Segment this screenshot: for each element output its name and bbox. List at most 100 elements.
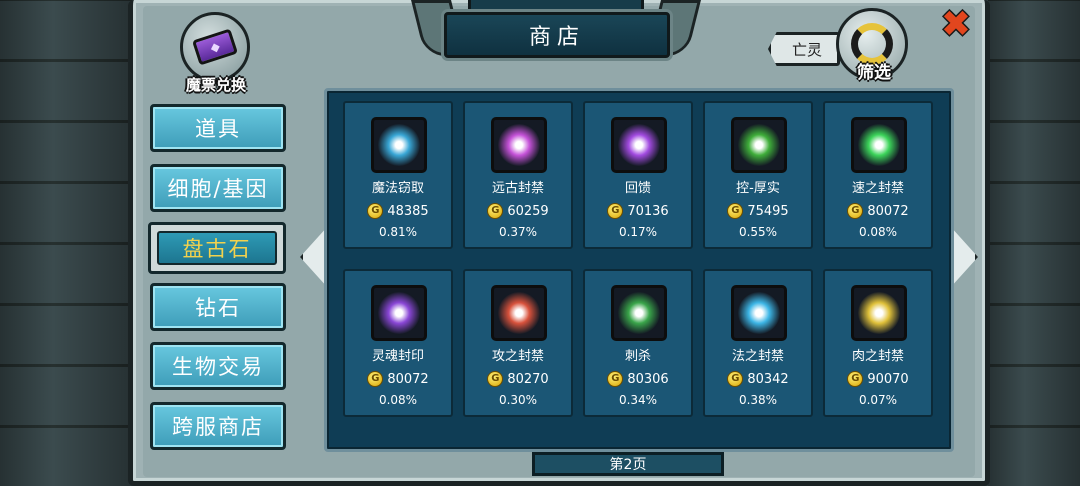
item-glow-icon (618, 292, 660, 334)
close-icon[interactable]: ✖ (940, 7, 972, 43)
item-price-value: 80072 (387, 371, 429, 387)
item-glow-icon (738, 124, 780, 166)
coupon-exchange-label: 魔票兑换 (185, 76, 246, 94)
item-icon (491, 285, 547, 341)
item-name: 回馈 (624, 181, 651, 196)
category-tab-label: 生物交易 (172, 355, 264, 379)
item-price: G 75495 (705, 203, 811, 219)
filter-label: 筛选 (857, 63, 891, 83)
item-name: 法之封禁 (731, 349, 784, 364)
item-icon (731, 285, 787, 341)
category-tab-5[interactable]: 跨服商店 (150, 402, 286, 450)
item-price: G 80342 (705, 371, 811, 387)
coupon-exchange-circle: ◆ (180, 12, 250, 82)
item-glow-icon (858, 292, 900, 334)
shop-item-card[interactable]: 远古封禁 G 60259 0.37% (463, 101, 573, 249)
category-tab-label: 跨服商店 (172, 415, 264, 439)
item-name: 刺杀 (624, 349, 651, 364)
item-price-value: 80342 (747, 371, 789, 387)
coupon-exchange-button[interactable]: ◆ 魔票兑换 (176, 12, 256, 94)
item-glow-icon (618, 124, 660, 166)
item-price-value: 80270 (507, 371, 549, 387)
shop-item-card[interactable]: 速之封禁 G 80072 0.08% (823, 101, 933, 249)
page-indicator: 第2页 (532, 452, 724, 476)
item-name: 远古封禁 (491, 181, 544, 196)
item-drop-rate: 0.07% (858, 393, 898, 407)
category-tab-2[interactable]: 盘古石 (148, 222, 286, 274)
item-price-value: 70136 (627, 203, 669, 219)
shop-item-card[interactable]: 肉之封禁 G 90070 0.07% (823, 269, 933, 417)
item-price-value: 60259 (507, 203, 549, 219)
item-drop-rate: 0.38% (738, 393, 778, 407)
gold-coin-icon: G (847, 203, 864, 219)
stone-wall-left (0, 0, 132, 486)
item-name: 灵魂封印 (371, 349, 424, 364)
category-tab-1[interactable]: 细胞/基因 (150, 164, 286, 212)
item-price-value: 90070 (867, 371, 909, 387)
item-price: G 80072 (825, 203, 931, 219)
item-icon (731, 117, 787, 173)
item-glow-icon (858, 124, 900, 166)
item-icon (371, 285, 427, 341)
item-drop-rate: 0.08% (378, 393, 418, 407)
item-price: G 48385 (345, 203, 451, 219)
shop-item-card[interactable]: 灵魂封印 G 80072 0.08% (343, 269, 453, 417)
filter-button[interactable]: 筛选 (834, 8, 912, 86)
item-price: G 80270 (465, 371, 571, 387)
item-grid: 魔法窃取 G 48385 0.81% 远古封禁 G 60259 0.37% 回馈 G 70136 0.… (324, 88, 954, 452)
item-drop-rate: 0.37% (498, 225, 538, 239)
item-glow-icon (378, 292, 420, 334)
item-price: G 80306 (585, 371, 691, 387)
shop-item-card[interactable]: 法之封禁 G 80342 0.38% (703, 269, 813, 417)
ticket-icon: ◆ (191, 28, 239, 66)
page-title: 商店 (444, 12, 670, 58)
gold-coin-icon: G (847, 371, 864, 387)
gold-coin-icon: G (727, 203, 744, 219)
item-glow-icon (378, 124, 420, 166)
item-name: 攻之封禁 (491, 349, 544, 364)
item-drop-rate: 0.34% (618, 393, 658, 407)
item-drop-rate: 0.55% (738, 225, 778, 239)
shop-item-card[interactable]: 刺杀 G 80306 0.34% (583, 269, 693, 417)
gold-coin-icon: G (367, 203, 384, 219)
category-tab-label: 细胞/基因 (167, 177, 269, 201)
item-icon (491, 117, 547, 173)
item-name: 魔法窃取 (371, 181, 424, 196)
shop-item-card[interactable]: 回馈 G 70136 0.17% (583, 101, 693, 249)
shop-item-card[interactable]: 魔法窃取 G 48385 0.81% (343, 101, 453, 249)
item-price-value: 80072 (867, 203, 909, 219)
gold-coin-icon: G (487, 371, 504, 387)
item-glow-icon (498, 124, 540, 166)
item-icon (611, 117, 667, 173)
shop-item-card[interactable]: 控-厚实 G 75495 0.55% (703, 101, 813, 249)
category-tab-label: 钻石 (195, 296, 241, 320)
category-tab-label: 盘古石 (182, 237, 252, 261)
item-price: G 70136 (585, 203, 691, 219)
item-glow-icon (498, 292, 540, 334)
item-icon (371, 117, 427, 173)
item-drop-rate: 0.81% (378, 225, 418, 239)
gold-coin-icon: G (727, 371, 744, 387)
gold-coin-icon: G (487, 203, 504, 219)
item-glow-icon (738, 292, 780, 334)
item-price-value: 80306 (627, 371, 669, 387)
item-price-value: 48385 (387, 203, 429, 219)
stone-wall-right (988, 0, 1080, 486)
item-name: 肉之封禁 (851, 349, 904, 364)
faction-tag[interactable]: 亡灵 (768, 32, 840, 66)
item-drop-rate: 0.30% (498, 393, 538, 407)
item-price: G 90070 (825, 371, 931, 387)
shop-item-card[interactable]: 攻之封禁 G 80270 0.30% (463, 269, 573, 417)
gold-coin-icon: G (607, 371, 624, 387)
category-tab-0[interactable]: 道具 (150, 104, 286, 152)
category-tab-3[interactable]: 钻石 (150, 283, 286, 331)
item-price: G 80072 (345, 371, 451, 387)
item-name: 控-厚实 (736, 181, 780, 196)
item-price-value: 75495 (747, 203, 789, 219)
item-price: G 60259 (465, 203, 571, 219)
item-icon (851, 117, 907, 173)
item-drop-rate: 0.08% (858, 225, 898, 239)
gold-coin-icon: G (367, 371, 384, 387)
category-tab-4[interactable]: 生物交易 (150, 342, 286, 390)
category-tab-label: 道具 (195, 117, 241, 141)
